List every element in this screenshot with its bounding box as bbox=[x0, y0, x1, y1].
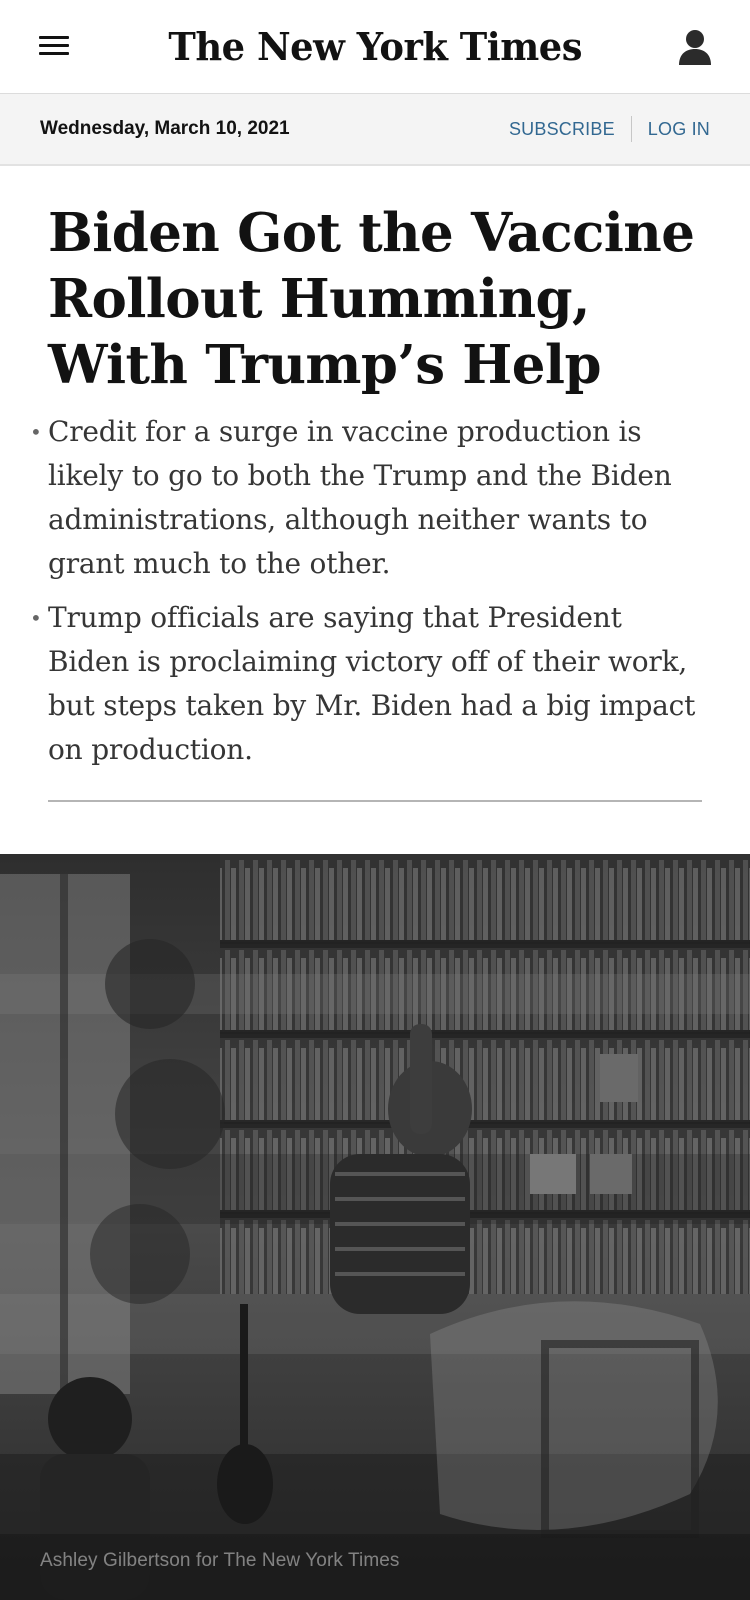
photo-illustration bbox=[0, 854, 750, 1600]
login-link[interactable]: LOG IN bbox=[648, 119, 710, 140]
date-bar: Wednesday, March 10, 2021 SUBSCRIBE LOG … bbox=[0, 94, 750, 166]
article: Biden Got the Vaccine Rollout Humming, W… bbox=[0, 200, 750, 802]
article-summary: • Credit for a surge in vaccine producti… bbox=[30, 410, 702, 772]
photo-caption: Ashley Gilbertson for The New York Times bbox=[40, 1550, 400, 1571]
bullet-icon: • bbox=[30, 606, 42, 630]
hamburger-menu-icon[interactable] bbox=[39, 36, 69, 60]
user-account-icon[interactable] bbox=[678, 28, 712, 66]
subscribe-link[interactable]: SUBSCRIBE bbox=[509, 119, 615, 140]
summary-text: Trump officials are saying that Presiden… bbox=[48, 601, 696, 766]
masthead: The New York Times bbox=[0, 0, 750, 94]
lead-photo[interactable]: Ashley Gilbertson for The New York Times bbox=[0, 854, 750, 1600]
nyt-logo[interactable]: The New York Times bbox=[168, 24, 582, 69]
summary-text: Credit for a surge in vaccine production… bbox=[48, 415, 672, 580]
auth-links: SUBSCRIBE LOG IN bbox=[509, 116, 710, 142]
summary-item: • Trump officials are saying that Presid… bbox=[30, 596, 702, 772]
article-headline[interactable]: Biden Got the Vaccine Rollout Humming, W… bbox=[48, 200, 702, 398]
current-date: Wednesday, March 10, 2021 bbox=[40, 118, 290, 139]
section-divider bbox=[48, 800, 702, 802]
bullet-icon: • bbox=[30, 420, 42, 444]
summary-item: • Credit for a surge in vaccine producti… bbox=[30, 410, 702, 586]
auth-divider bbox=[630, 116, 632, 142]
